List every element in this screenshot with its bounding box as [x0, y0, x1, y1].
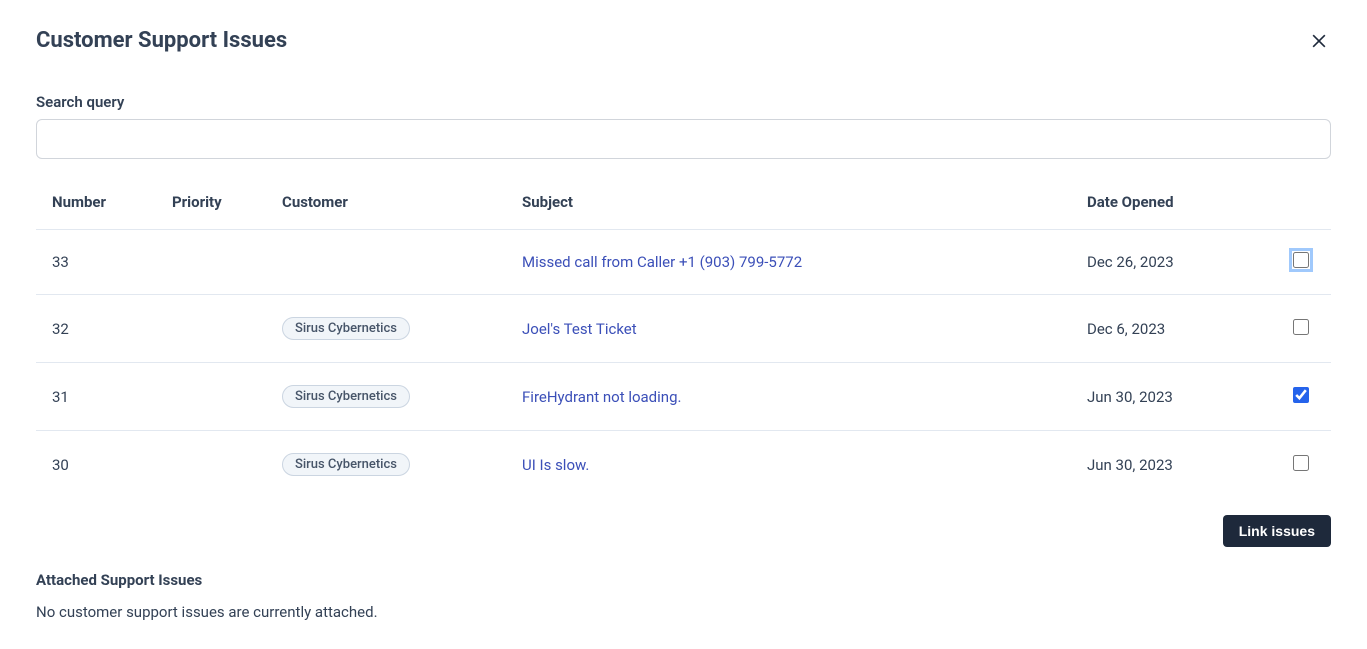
cell-priority [156, 230, 266, 295]
issues-table: Number Priority Customer Subject Date Op… [36, 175, 1331, 495]
customer-chip: Sirus Cybernetics [282, 385, 410, 408]
table-row: 33 Missed call from Caller +1 (903) 799-5… [36, 230, 1331, 295]
customer-chip: Sirus Cybernetics [282, 317, 410, 340]
cell-number: 31 [36, 363, 156, 431]
cell-date-opened: Dec 6, 2023 [1071, 295, 1271, 363]
attached-issues-title: Attached Support Issues [36, 571, 1331, 589]
cell-customer [266, 230, 506, 295]
column-header-priority: Priority [156, 175, 266, 230]
close-icon [1309, 31, 1329, 51]
cell-select [1271, 431, 1331, 496]
column-header-date-opened: Date Opened [1071, 175, 1271, 230]
cell-priority [156, 363, 266, 431]
column-header-select [1271, 175, 1331, 230]
search-input[interactable] [36, 119, 1331, 159]
cell-subject: FireHydrant not loading. [506, 363, 1071, 431]
page-title: Customer Support Issues [36, 28, 287, 53]
subject-link[interactable]: Joel's Test Ticket [522, 320, 637, 338]
cell-date-opened: Jun 30, 2023 [1071, 431, 1271, 496]
cell-select [1271, 363, 1331, 431]
table-row: 30 Sirus Cybernetics UI Is slow. Jun 30, 20… [36, 431, 1331, 496]
cell-number: 32 [36, 295, 156, 363]
issues-table-container: Number Priority Customer Subject Date Op… [36, 175, 1331, 495]
cell-date-opened: Dec 26, 2023 [1071, 230, 1271, 295]
cell-number: 30 [36, 431, 156, 496]
cell-subject: Missed call from Caller +1 (903) 799-577… [506, 230, 1071, 295]
cell-customer: Sirus Cybernetics [266, 295, 506, 363]
attached-issues-empty: No customer support issues are currently… [36, 603, 1331, 621]
row-select-checkbox[interactable] [1293, 455, 1309, 471]
table-row: 31 Sirus Cybernetics FireHydrant not loadi… [36, 363, 1331, 431]
cell-customer: Sirus Cybernetics [266, 363, 506, 431]
column-header-subject: Subject [506, 175, 1071, 230]
cell-subject: UI Is slow. [506, 431, 1071, 496]
cell-select [1271, 295, 1331, 363]
link-issues-button[interactable]: Link issues [1223, 515, 1331, 547]
close-button[interactable] [1307, 29, 1331, 53]
customer-chip: Sirus Cybernetics [282, 453, 410, 476]
subject-link[interactable]: Missed call from Caller +1 (903) 799-577… [522, 253, 802, 271]
subject-link[interactable]: FireHydrant not loading. [522, 388, 681, 406]
row-select-checkbox[interactable] [1293, 252, 1309, 268]
column-header-customer: Customer [266, 175, 506, 230]
cell-select [1271, 230, 1331, 295]
table-row: 32 Sirus Cybernetics Joel's Test Ticket Dec… [36, 295, 1331, 363]
cell-customer: Sirus Cybernetics [266, 431, 506, 496]
cell-priority [156, 295, 266, 363]
subject-link[interactable]: UI Is slow. [522, 456, 589, 474]
cell-number: 33 [36, 230, 156, 295]
row-select-checkbox[interactable] [1293, 319, 1309, 335]
row-select-checkbox[interactable] [1293, 387, 1309, 403]
cell-subject: Joel's Test Ticket [506, 295, 1071, 363]
cell-date-opened: Jun 30, 2023 [1071, 363, 1271, 431]
column-header-number: Number [36, 175, 156, 230]
cell-priority [156, 431, 266, 496]
search-query-label: Search query [36, 93, 1331, 111]
